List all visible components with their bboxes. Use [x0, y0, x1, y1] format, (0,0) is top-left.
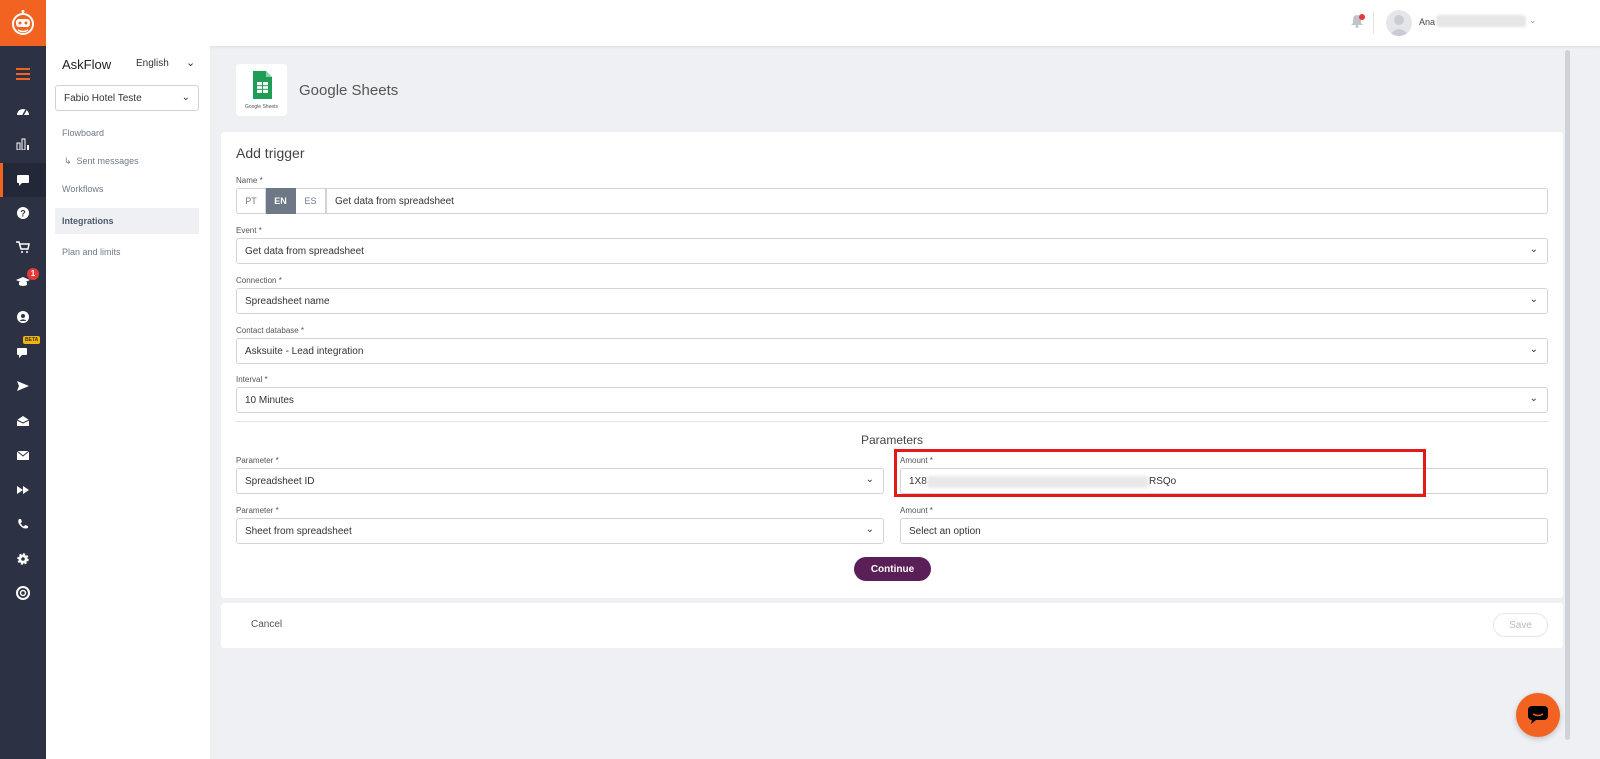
mail-icon[interactable] — [0, 438, 46, 472]
save-button[interactable]: Save — [1493, 613, 1548, 637]
svg-text:?: ? — [20, 209, 26, 219]
amount-label: Amount * — [900, 506, 933, 515]
help-icon[interactable]: ? — [0, 196, 46, 230]
bar-chart-icon[interactable] — [0, 127, 46, 161]
notification-dot — [1359, 14, 1365, 20]
topbar-divider — [1373, 12, 1374, 34]
hotel-selector-value: Fabio Hotel Teste — [64, 93, 142, 104]
top-bar — [46, 0, 1600, 46]
amount-select[interactable]: Select an option — [900, 518, 1548, 544]
chevron-down-icon: ⌄ — [865, 474, 874, 485]
sub-arrow-icon: ↳ — [64, 156, 77, 166]
user-name[interactable]: Ana — [1419, 17, 1435, 27]
chevron-down-icon: ⌄ — [1529, 344, 1538, 355]
sidebar-item-plan-and-limits[interactable]: Plan and limits — [62, 247, 121, 257]
interval-label: Interval * — [236, 375, 268, 384]
askflow-sidebar: AskFlow English ⌄ Fabio Hotel Teste ⌄ Fl… — [46, 46, 210, 759]
interval-select-value: 10 Minutes — [245, 395, 294, 406]
user-circle-icon[interactable] — [0, 300, 46, 334]
askflow-icon[interactable] — [0, 163, 46, 197]
contact-database-value: Asksuite - Lead integration — [245, 346, 364, 357]
chevron-down-icon: ⌄ — [1529, 393, 1538, 404]
event-label: Event * — [236, 226, 262, 235]
interval-select[interactable]: 10 Minutes ⌄ — [236, 387, 1548, 413]
sidebar-item-sent-messages[interactable]: ↳ Sent messages — [64, 156, 139, 167]
parameter-select-value: Spreadsheet ID — [245, 476, 315, 487]
section-divider — [236, 421, 1548, 422]
sidebar-item-integrations[interactable]: Integrations — [55, 208, 199, 234]
cancel-button[interactable]: Cancel — [251, 619, 282, 630]
fast-forward-icon[interactable] — [0, 473, 46, 507]
add-trigger-card: Add trigger Name * PT EN ES Get data fro… — [221, 132, 1563, 598]
language-selector[interactable]: English — [136, 58, 169, 69]
sidebar-item-sent-messages-label: Sent messages — [76, 156, 139, 166]
name-language-toggle: PT EN ES — [236, 188, 326, 214]
settings-gear-icon[interactable] — [0, 542, 46, 576]
chevron-down-icon: ⌄ — [1529, 294, 1538, 305]
chat-widget-button[interactable] — [1516, 693, 1560, 737]
left-rail: ? 1 BETA — [0, 0, 46, 759]
sidebar-item-flowboard[interactable]: Flowboard — [62, 128, 104, 138]
event-select-value: Get data from spreadsheet — [245, 246, 364, 257]
amount-select-placeholder: Select an option — [909, 526, 981, 537]
sidebar-item-integrations-label: Integrations — [62, 216, 114, 226]
phone-icon[interactable] — [0, 507, 46, 541]
page-scrollbar[interactable] — [1565, 50, 1570, 740]
contact-database-label: Contact database * — [236, 326, 305, 335]
lang-en-button[interactable]: EN — [266, 188, 296, 214]
graduation-cap-icon[interactable]: 1 — [0, 265, 46, 299]
inbox-icon[interactable] — [0, 404, 46, 438]
name-label: Name * — [236, 176, 263, 185]
integration-title: Google Sheets — [299, 82, 399, 99]
highlight-box — [894, 449, 1426, 497]
parameter-select[interactable]: Sheet from spreadsheet ⌄ — [236, 518, 884, 544]
parameter-select-value: Sheet from spreadsheet — [245, 526, 352, 537]
name-input-value: Get data from spreadsheet — [335, 196, 454, 207]
user-menu-chevron-icon[interactable]: ⌄ — [1529, 15, 1537, 26]
name-input[interactable]: Get data from spreadsheet — [326, 188, 1548, 214]
lang-es-button[interactable]: ES — [296, 188, 326, 214]
parameter-label: Parameter * — [236, 506, 279, 515]
card-title: Add trigger — [236, 145, 305, 161]
hotel-chevron-icon: ⌄ — [181, 92, 190, 103]
redacted-user-surname — [1436, 15, 1526, 27]
beta-tag: BETA — [23, 336, 41, 344]
sidebar-item-workflows[interactable]: Workflows — [62, 184, 103, 194]
contact-database-select[interactable]: Asksuite - Lead integration ⌄ — [236, 338, 1548, 364]
menu-icon[interactable] — [0, 57, 46, 91]
dashboard-icon[interactable] — [0, 93, 46, 127]
parameter-label: Parameter * — [236, 456, 279, 465]
user-avatar[interactable] — [1386, 10, 1412, 36]
chat-beta-icon[interactable]: BETA — [0, 335, 46, 369]
send-icon[interactable] — [0, 369, 46, 403]
footer-actions: Cancel Save — [221, 603, 1563, 648]
hotel-selector[interactable]: Fabio Hotel Teste ⌄ — [55, 85, 199, 111]
notification-badge: 1 — [27, 268, 39, 280]
continue-button[interactable]: Continue — [854, 557, 931, 581]
cart-icon[interactable] — [0, 230, 46, 264]
connection-select[interactable]: Spreadsheet name ⌄ — [236, 288, 1548, 314]
parameters-heading: Parameters — [860, 433, 924, 447]
logo-caption: Google Sheets — [244, 104, 279, 110]
connection-label: Connection * — [236, 276, 282, 285]
robot-logo-icon[interactable] — [0, 0, 46, 46]
parameter-select[interactable]: Spreadsheet ID ⌄ — [236, 468, 884, 494]
language-chevron-icon[interactable]: ⌄ — [186, 56, 195, 69]
google-sheets-logo: Google Sheets — [236, 64, 287, 116]
chevron-down-icon: ⌄ — [1529, 244, 1538, 255]
chevron-down-icon: ⌄ — [865, 524, 874, 535]
lang-pt-button[interactable]: PT — [236, 188, 266, 214]
event-select[interactable]: Get data from spreadsheet ⌄ — [236, 238, 1548, 264]
chat-bubble-icon — [1528, 706, 1548, 724]
support-lifebuoy-icon[interactable] — [0, 576, 46, 610]
connection-select-value: Spreadsheet name — [245, 296, 330, 307]
sidebar-title: AskFlow — [62, 57, 112, 72]
